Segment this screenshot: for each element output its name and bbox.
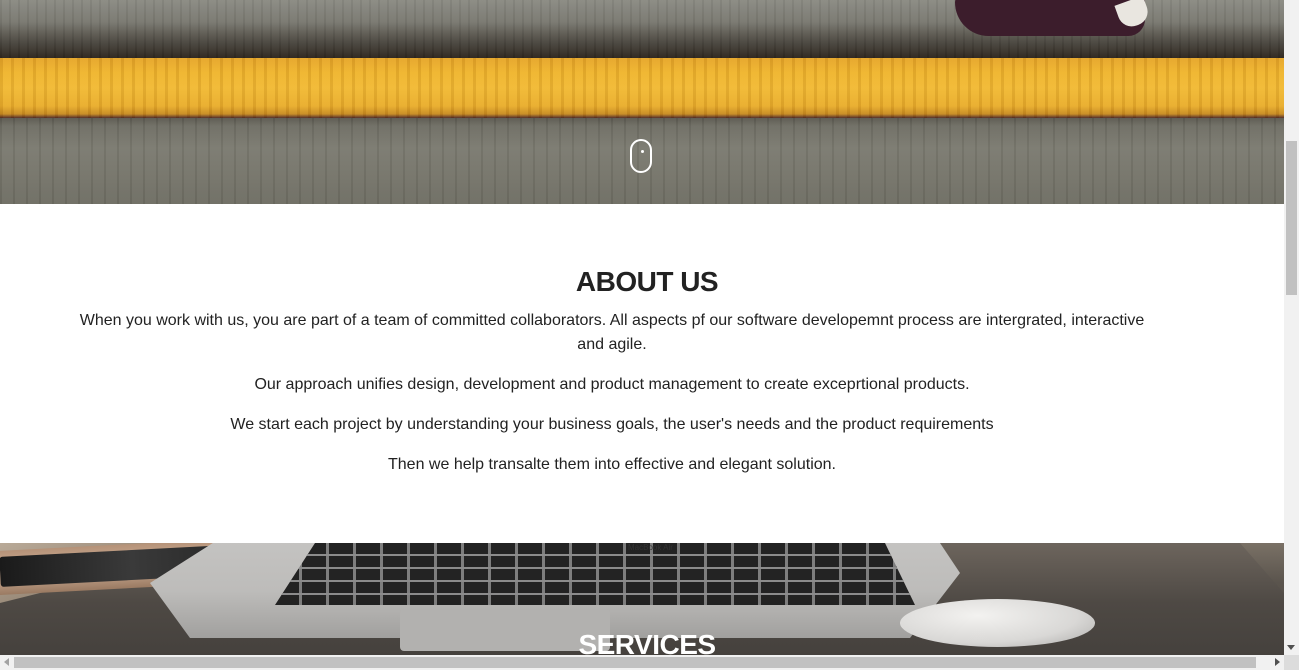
scroll-left-arrow-icon[interactable] — [4, 658, 9, 666]
about-paragraph: When you work with us, you are part of a… — [79, 312, 1145, 353]
page-viewport: ABOUT US When you work with us, you are … — [0, 0, 1284, 655]
horizontal-scrollbar-thumb[interactable] — [14, 657, 1256, 668]
vertical-scrollbar[interactable] — [1284, 0, 1299, 655]
scroll-right-arrow-icon[interactable] — [1275, 658, 1280, 666]
services-title: SERVICES — [578, 629, 716, 655]
about-paragraph: We start each project by understanding y… — [230, 416, 994, 433]
horizontal-scrollbar[interactable] — [0, 655, 1284, 670]
hero-background-yellow-stripe — [0, 58, 1284, 118]
about-section: ABOUT US When you work with us, you are … — [0, 204, 1284, 543]
laptop-brand-label: MacBook Air — [628, 543, 673, 552]
hero-banner — [0, 0, 1284, 204]
scrollbar-corner — [1284, 655, 1299, 670]
services-section: MacBook Air SERVICES — [0, 543, 1284, 655]
about-title: ABOUT US — [575, 266, 719, 297]
services-background-keyboard-rows — [275, 543, 915, 605]
about-paragraph: Our approach unifies design, development… — [254, 376, 970, 393]
mouse-scroll-icon[interactable] — [630, 139, 652, 173]
scroll-down-arrow-icon[interactable] — [1287, 645, 1295, 650]
about-paragraph: Then we help transalte them into effecti… — [388, 456, 836, 473]
vertical-scrollbar-thumb[interactable] — [1286, 141, 1297, 295]
mouse-wheel-dot — [641, 150, 644, 153]
